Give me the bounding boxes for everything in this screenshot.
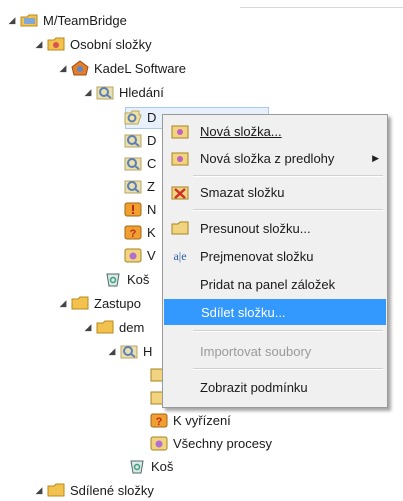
svg-text:?: ? bbox=[130, 228, 137, 240]
collapse-arrow-icon[interactable]: ◢ bbox=[57, 298, 69, 309]
menu-item-label: Importovat soubory bbox=[200, 343, 312, 359]
menu-item-share-folder[interactable]: Sdílet složku... bbox=[164, 299, 386, 325]
rename-icon: a|e bbox=[173, 248, 187, 263]
menu-separator bbox=[193, 209, 383, 211]
tree-item-shared[interactable]: ◢ Sdílené složky bbox=[33, 479, 154, 501]
tree-item-label: Zastupo bbox=[94, 295, 141, 311]
search-folder-icon bbox=[96, 84, 114, 100]
search-folder-icon bbox=[124, 132, 142, 148]
tree-item-label: dem bbox=[119, 319, 145, 335]
folder-icon bbox=[47, 482, 65, 498]
process-icon bbox=[150, 435, 168, 451]
context-menu: Nová složka... Nová složka z predlohy ▶ … bbox=[162, 114, 388, 408]
tree-item-demo[interactable]: ◢ dem bbox=[82, 316, 145, 338]
trash-icon bbox=[104, 271, 122, 287]
menu-item-label: Pridat na panel záložek bbox=[200, 276, 336, 292]
tree-item-processes[interactable]: V bbox=[122, 244, 156, 266]
menu-item-label: Nová složka z predlohy bbox=[200, 150, 335, 166]
tree-item-demo-trash[interactable]: Koš bbox=[126, 455, 173, 477]
tree-item-label: C bbox=[147, 155, 157, 171]
question-icon: ? bbox=[124, 224, 142, 240]
exclamation-icon bbox=[124, 201, 142, 217]
menu-item-label: Sdílet složku... bbox=[201, 304, 286, 320]
tree-item-label: Z bbox=[147, 178, 155, 194]
menu-separator bbox=[193, 175, 383, 177]
tree-item-label: D bbox=[147, 109, 157, 125]
tree-item-label: M/TeamBridge bbox=[43, 12, 127, 28]
tree-item-search-d1[interactable]: D bbox=[122, 106, 156, 128]
tree-item-urgent[interactable]: N bbox=[122, 198, 156, 220]
menu-item-move-folder[interactable]: Presunout složku... bbox=[163, 215, 387, 241]
search-folder-open-icon bbox=[124, 109, 142, 125]
question-icon: ? bbox=[150, 412, 168, 428]
submenu-arrow-icon: ▶ bbox=[372, 152, 379, 163]
menu-item-add-bookmark[interactable]: Pridat na panel záložek bbox=[163, 271, 387, 297]
new-folder-icon bbox=[171, 123, 189, 139]
folder-icon bbox=[96, 319, 114, 335]
menu-item-label: Presunout složku... bbox=[200, 220, 311, 236]
search-folder-icon bbox=[124, 178, 142, 194]
tree-item-company[interactable]: ◢ KadeL Software bbox=[57, 57, 186, 79]
tree-item-label: Hledání bbox=[119, 84, 164, 100]
tree-item-search[interactable]: ◢ Hledání bbox=[82, 81, 164, 103]
move-folder-icon bbox=[171, 220, 189, 236]
tree-item-demo-search[interactable]: ◢ H bbox=[106, 340, 152, 362]
menu-separator bbox=[193, 330, 383, 332]
tree-item-label: N bbox=[147, 201, 157, 217]
tree-item-label: H bbox=[143, 343, 153, 359]
collapse-arrow-icon[interactable]: ◢ bbox=[57, 63, 69, 74]
tree-item-label: K bbox=[147, 224, 156, 240]
collapse-arrow-icon[interactable]: ◢ bbox=[82, 87, 94, 98]
tree-item-label: Koš bbox=[127, 271, 150, 287]
menu-item-show-condition[interactable]: Zobrazit podmínku bbox=[163, 374, 387, 400]
collapse-arrow-icon[interactable]: ◢ bbox=[6, 15, 18, 26]
personal-folders-icon bbox=[47, 36, 65, 52]
tree-item-demo-processes[interactable]: Všechny procesy bbox=[148, 432, 272, 454]
database-icon bbox=[20, 12, 38, 28]
tree-item-pending[interactable]: ? K bbox=[122, 221, 156, 243]
tree-item-search-c[interactable]: C bbox=[122, 152, 156, 174]
menu-separator bbox=[193, 368, 383, 370]
company-icon bbox=[71, 60, 89, 76]
process-icon bbox=[124, 247, 142, 263]
menu-item-label: Zobrazit podmínku bbox=[200, 379, 308, 395]
tree-item-label: Všechny procesy bbox=[173, 435, 272, 451]
search-folder-icon bbox=[124, 155, 142, 171]
menu-item-rename-folder[interactable]: a|e Prejmenovat složku bbox=[163, 243, 387, 269]
tree-item-label: K vyřízení bbox=[173, 412, 231, 428]
menu-item-new-from-template[interactable]: Nová složka z predlohy ▶ bbox=[163, 145, 387, 171]
tree-item-label: Osobní složky bbox=[70, 36, 152, 52]
tree-item-personal[interactable]: ◢ Osobní složky bbox=[33, 33, 152, 55]
menu-item-label: Smazat složku bbox=[200, 184, 285, 200]
menu-item-new-folder[interactable]: Nová složka... bbox=[163, 118, 387, 144]
tree-item-search-z[interactable]: Z bbox=[122, 175, 155, 197]
template-folder-icon bbox=[171, 150, 189, 166]
tree-item-label: KadeL Software bbox=[94, 60, 187, 76]
tree-item-search-d2[interactable]: D bbox=[122, 129, 156, 151]
tree-item-substitutes[interactable]: ◢ Zastupo bbox=[57, 292, 141, 314]
divider-line bbox=[240, 7, 403, 8]
collapse-arrow-icon[interactable]: ◢ bbox=[106, 346, 118, 357]
tree-item-label: Koš bbox=[151, 458, 174, 474]
folder-icon bbox=[71, 295, 89, 311]
menu-item-label: Nová složka... bbox=[200, 123, 282, 139]
tree-item-label: D bbox=[147, 132, 157, 148]
tree-item-label: Sdílené složky bbox=[70, 482, 154, 498]
menu-item-label: Prejmenovat složku bbox=[200, 248, 314, 264]
menu-item-delete-folder[interactable]: Smazat složku bbox=[163, 179, 387, 205]
tree-item-demo-pending[interactable]: ? K vyřízení bbox=[148, 409, 231, 431]
trash-icon bbox=[128, 458, 146, 474]
menu-item-import-files: Importovat soubory bbox=[163, 338, 387, 364]
collapse-arrow-icon[interactable]: ◢ bbox=[33, 485, 45, 496]
tree-item-root[interactable]: ◢ M/TeamBridge bbox=[6, 9, 127, 31]
svg-text:?: ? bbox=[156, 416, 163, 428]
collapse-arrow-icon[interactable]: ◢ bbox=[82, 322, 94, 333]
search-folder-icon bbox=[120, 343, 138, 359]
collapse-arrow-icon[interactable]: ◢ bbox=[33, 39, 45, 50]
delete-folder-icon bbox=[171, 184, 189, 200]
tree-item-trash[interactable]: Koš bbox=[102, 268, 149, 290]
tree-item-label: V bbox=[147, 247, 156, 263]
